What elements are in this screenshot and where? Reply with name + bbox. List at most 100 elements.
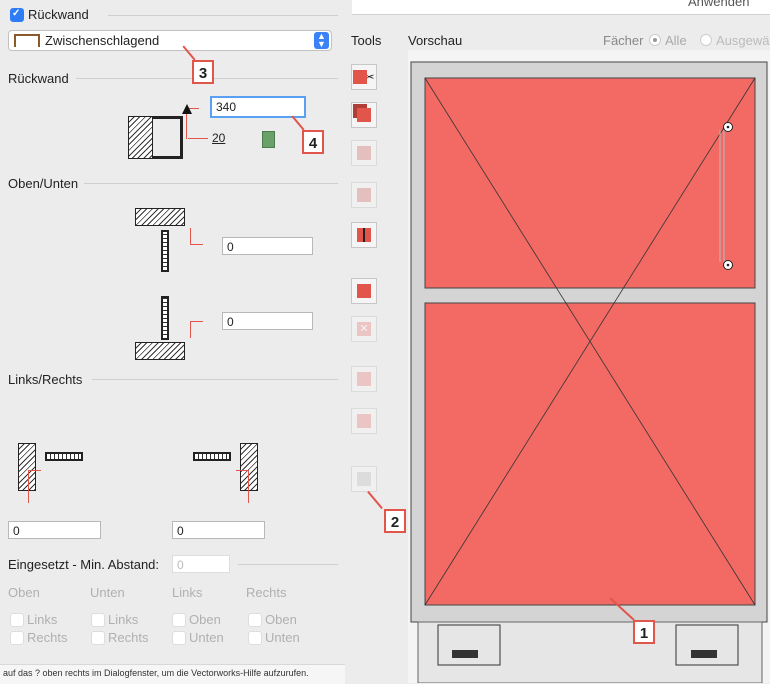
apply-button[interactable]: Anwenden [352, 0, 770, 15]
chevron-updown-icon: ▲ ▼ [314, 32, 329, 49]
dimension-line [190, 228, 203, 245]
upper-compartment [424, 77, 756, 289]
lower-compartment [424, 302, 756, 606]
links-diagram-board [45, 452, 83, 461]
rueckwand-offset-input[interactable]: 340 [210, 96, 306, 118]
move-up-tool-button[interactable] [351, 366, 377, 392]
rueckwand-thickness-value: 20 [212, 131, 226, 145]
callout-3: 3 [192, 60, 214, 84]
paste-special-tool-button[interactable] [351, 182, 377, 208]
material-icon[interactable] [262, 131, 275, 148]
links-input[interactable]: 0 [8, 521, 101, 539]
faecher-label: Fächer [603, 33, 644, 48]
rueckwand-diagram-top [153, 116, 183, 119]
radio-ausgewaehlt[interactable] [700, 34, 712, 46]
cabinet-preview [410, 61, 768, 683]
foot-left-base [452, 650, 478, 658]
help-text: auf das ? oben rechts im Dialogfenster, … [3, 668, 309, 678]
radio-ausgewaehlt-label: Ausgewä [716, 33, 770, 48]
cut-tool-button[interactable]: ✂ [351, 64, 377, 90]
vorschau-label: Vorschau [408, 33, 463, 48]
unten-links-label: Links [108, 612, 139, 627]
rueckwand-checkbox-label: Rückwand [28, 7, 89, 22]
unten-links-checkbox[interactable] [91, 613, 105, 627]
dimension-line [190, 321, 203, 338]
unten-rechts-label: Rechts [108, 630, 149, 645]
links-unten-label: Unten [189, 630, 224, 645]
scissors-icon [353, 70, 368, 84]
callout-leader [367, 490, 383, 510]
rueckwand-checkbox[interactable] [10, 8, 24, 22]
mode-dropdown[interactable]: Zwischenschlagend ▲ ▼ [8, 30, 332, 51]
delete-grid-tool-button[interactable] [351, 278, 377, 304]
links-oben-label: Oben [189, 612, 221, 627]
unten-rechts-checkbox[interactable] [91, 631, 105, 645]
split-tool-button[interactable] [351, 222, 377, 248]
col-rechts: Rechts [246, 585, 287, 600]
arrow-down-plus-icon [357, 414, 371, 428]
dimension-line [236, 470, 249, 503]
remove-tool-button[interactable]: ✕ [351, 316, 377, 342]
callout-2: 2 [384, 509, 406, 533]
callout-1: 1 [633, 620, 655, 644]
divider [238, 564, 338, 565]
rechts-oben-checkbox[interactable] [248, 613, 262, 627]
oben-input[interactable]: 0 [222, 237, 313, 255]
oben-diagram-board [135, 208, 185, 226]
divider [108, 15, 338, 16]
rechts-oben-label: Oben [265, 612, 297, 627]
shelf-icon [357, 472, 371, 486]
foot-right-base [691, 650, 717, 658]
eingesetzt-input[interactable]: 0 [172, 555, 230, 573]
oben-rechts-label: Rechts [27, 630, 68, 645]
unten-diagram-board [135, 342, 185, 360]
links-unten-checkbox[interactable] [172, 631, 186, 645]
divider [92, 379, 338, 380]
divider [84, 183, 338, 184]
split-icon [357, 228, 371, 242]
clipboard-icon [357, 146, 371, 160]
rechts-input[interactable]: 0 [172, 521, 265, 539]
col-oben: Oben [8, 585, 40, 600]
rechts-unten-checkbox[interactable] [248, 631, 262, 645]
rechts-unten-label: Unten [265, 630, 300, 645]
oben-diagram-back [161, 230, 169, 272]
board-style-icon [14, 34, 40, 47]
paste-tool-button[interactable] [351, 140, 377, 166]
tools-label: Tools [351, 33, 382, 48]
unten-diagram-back [161, 296, 169, 340]
help-bar: auf das ? oben rechts im Dialogfenster, … [0, 664, 345, 684]
unten-input[interactable]: 0 [222, 312, 313, 330]
dropdown-value: Zwischenschlagend [45, 33, 160, 48]
dimension-line [188, 138, 208, 139]
section-oben-unten: Oben/Unten [8, 176, 79, 191]
x-box-icon: ✕ [357, 322, 371, 336]
move-down-tool-button[interactable] [351, 408, 377, 434]
oben-links-label: Links [27, 612, 58, 627]
oben-links-checkbox[interactable] [10, 613, 24, 627]
radio-alle[interactable] [649, 34, 661, 46]
links-oben-checkbox[interactable] [172, 613, 186, 627]
callout-4: 4 [302, 130, 324, 154]
section-links-rechts: Links/Rechts [8, 372, 83, 387]
settings-panel: Rückwand Zwischenschlagend ▲▼ Rückwand 3… [0, 0, 345, 684]
duplicate-tool-button[interactable] [351, 102, 377, 128]
eingesetzt-label: Eingesetzt - Min. Abstand: [8, 557, 160, 572]
rueckwand-diagram-edge [180, 116, 183, 159]
arrow-up-plus-icon [357, 372, 371, 386]
grid-trash-icon [357, 284, 371, 298]
section-rueckwand: Rückwand [8, 71, 69, 86]
clipboard-grid-icon [357, 188, 371, 202]
dimension-line [28, 470, 41, 503]
rueckwand-diagram-bottom [153, 156, 183, 159]
duplicate-icon [357, 108, 371, 122]
apply-button-label: Anwenden [688, 0, 750, 9]
rueckwand-diagram-wall [128, 116, 153, 159]
preview-canvas[interactable] [408, 50, 770, 683]
col-links: Links [172, 585, 203, 600]
mouse-cursor-icon [182, 104, 192, 114]
rechts-diagram-board [193, 452, 231, 461]
shelf-tool-button[interactable] [351, 466, 377, 492]
col-unten: Unten [90, 585, 125, 600]
oben-rechts-checkbox[interactable] [10, 631, 24, 645]
